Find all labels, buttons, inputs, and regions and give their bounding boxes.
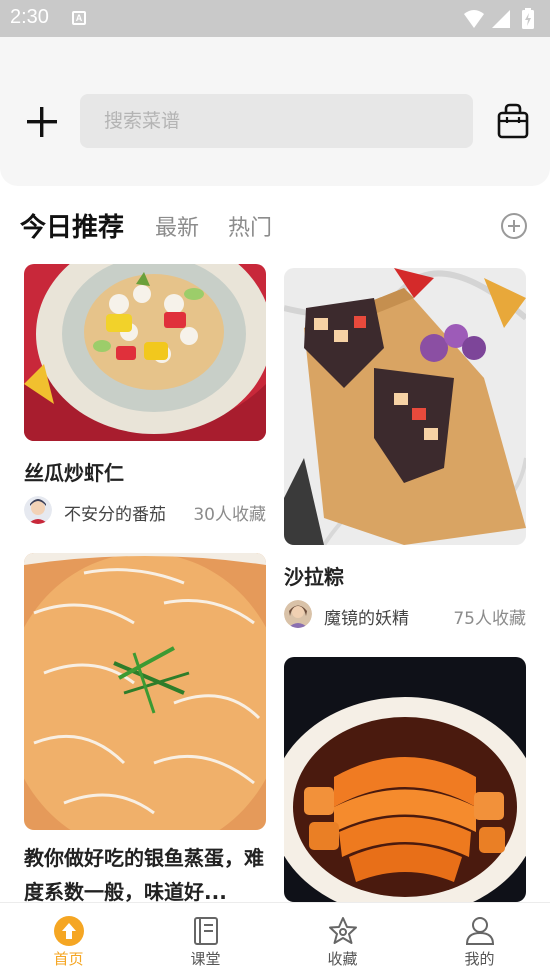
tab-hot[interactable]: 热门 xyxy=(228,210,272,242)
author-name[interactable]: 魔镜的妖精 xyxy=(324,604,409,629)
bottom-nav: 首页 课堂 收藏 我的 xyxy=(0,902,550,979)
tab-today-recommend[interactable]: 今日推荐 xyxy=(20,207,124,244)
recipe-title[interactable]: 沙拉粽 xyxy=(284,561,344,590)
notification-icon: A xyxy=(72,11,86,25)
search-input[interactable] xyxy=(80,94,473,148)
nav-label-favorites: 收藏 xyxy=(327,950,358,968)
status-icons xyxy=(464,8,534,29)
star-icon xyxy=(329,917,357,944)
search-box[interactable] xyxy=(80,94,473,148)
author-avatar[interactable] xyxy=(24,496,52,524)
plus-circle-icon[interactable] xyxy=(500,212,528,240)
nav-home[interactable]: 首页 xyxy=(0,903,137,979)
home-arrow-icon xyxy=(54,916,84,946)
recipe-image-steamed-egg[interactable] xyxy=(24,553,266,830)
book-icon xyxy=(194,917,218,945)
recipe-title[interactable]: 教你做好吃的银鱼蒸蛋，难度系数一般，味道好... xyxy=(24,841,264,909)
plus-icon[interactable] xyxy=(24,104,60,140)
recipe-image-dish[interactable] xyxy=(284,657,526,902)
nav-profile[interactable]: 我的 xyxy=(411,903,548,979)
status-bar: 2:30 A xyxy=(0,0,550,37)
author-name[interactable]: 不安分的番茄 xyxy=(64,500,166,525)
favorite-count: 30人收藏 xyxy=(193,505,266,525)
nav-classroom[interactable]: 课堂 xyxy=(137,903,274,979)
user-icon xyxy=(465,917,495,945)
recipe-image-luffa-shrimp[interactable] xyxy=(24,264,266,441)
nav-label-classroom: 课堂 xyxy=(190,950,221,968)
header xyxy=(0,37,550,186)
tab-latest[interactable]: 最新 xyxy=(155,210,199,242)
nav-label-profile: 我的 xyxy=(464,950,495,968)
wifi-icon xyxy=(464,10,484,28)
shopping-bag-icon[interactable] xyxy=(496,103,530,139)
nav-label-home: 首页 xyxy=(53,950,84,968)
recipe-image-salad-zongzi[interactable] xyxy=(284,268,526,545)
signal-icon xyxy=(492,10,510,28)
recipe-title[interactable]: 丝瓜炒虾仁 xyxy=(24,457,124,486)
favorite-count: 75人收藏 xyxy=(453,609,526,629)
status-time: 2:30 xyxy=(10,6,49,28)
author-avatar[interactable] xyxy=(284,600,312,628)
battery-charging-icon xyxy=(522,8,534,29)
nav-favorites[interactable]: 收藏 xyxy=(274,903,411,979)
